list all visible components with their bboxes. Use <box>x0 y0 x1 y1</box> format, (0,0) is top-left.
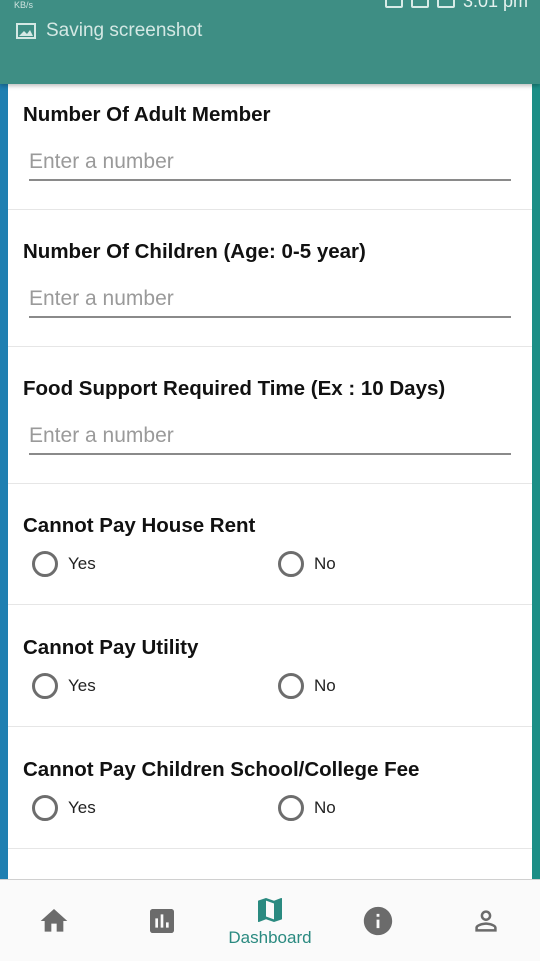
radio-circle[interactable] <box>278 795 304 821</box>
radio-circle[interactable] <box>32 673 58 699</box>
map-icon <box>258 897 282 922</box>
nav-dashboard-label: Dashboard <box>228 927 312 947</box>
radio-yes-label: Yes <box>68 554 96 573</box>
utility-no-radio[interactable]: No <box>278 673 336 699</box>
alarm-icon <box>384 0 403 8</box>
left-border-strip <box>0 84 8 879</box>
radio-circle[interactable] <box>32 795 58 821</box>
utility-label: Cannot Pay Utility <box>23 636 199 659</box>
status-time: 3:01 pm <box>462 0 528 11</box>
radio-yes-label: Yes <box>68 676 96 695</box>
status-icons: 3:01 pm <box>384 0 528 11</box>
relief-form: Number Of Adult Member Number Of Childre… <box>8 84 532 879</box>
bottom-navigation: Dashboard <box>0 879 540 961</box>
nav-stats[interactable] <box>108 880 216 961</box>
radio-no-label: No <box>314 676 336 695</box>
section-divider <box>8 604 532 605</box>
nav-home[interactable] <box>0 880 108 961</box>
nav-profile[interactable] <box>432 880 540 961</box>
status-bar: KB/s 3:01 pm <box>0 0 540 14</box>
food-support-label: Food Support Required Time (Ex : 10 Days… <box>23 377 446 400</box>
signal-icon <box>410 0 429 8</box>
home-icon <box>40 908 68 932</box>
food-support-input[interactable] <box>29 419 511 455</box>
children-label: Number Of Children (Age: 0-5 year) <box>23 240 366 263</box>
radio-circle[interactable] <box>278 673 304 699</box>
adult-members-label: Number Of Adult Member <box>23 103 271 126</box>
children-input[interactable] <box>29 282 511 318</box>
person-icon <box>475 909 497 932</box>
screenshot-notification: Saving screenshot <box>16 20 202 42</box>
nav-info[interactable] <box>324 880 432 961</box>
adult-members-input[interactable] <box>29 145 511 181</box>
radio-no-label: No <box>314 554 336 573</box>
battery-icon <box>436 0 455 8</box>
right-border-strip <box>532 84 540 879</box>
nav-dashboard[interactable]: Dashboard <box>216 880 324 961</box>
section-divider <box>8 346 532 347</box>
radio-circle[interactable] <box>278 551 304 577</box>
notification-text: Saving screenshot <box>46 20 203 41</box>
utility-yes-radio[interactable]: Yes <box>32 673 96 699</box>
section-divider <box>8 726 532 727</box>
app-bar: KB/s 3:01 pm Saving screenshot <box>0 0 540 84</box>
school-fee-yes-radio[interactable]: Yes <box>32 795 96 821</box>
school-fee-label: Cannot Pay Children School/College Fee <box>23 758 420 781</box>
section-divider <box>8 483 532 484</box>
house-rent-label: Cannot Pay House Rent <box>23 514 256 537</box>
network-speed: KB/s <box>14 0 34 10</box>
image-icon <box>16 23 36 39</box>
bar-chart-icon <box>150 908 174 933</box>
radio-yes-label: Yes <box>68 798 96 817</box>
house-rent-yes-radio[interactable]: Yes <box>32 551 96 577</box>
section-divider <box>8 848 532 849</box>
radio-no-label: No <box>314 798 336 817</box>
info-icon <box>363 906 393 935</box>
radio-circle[interactable] <box>32 551 58 577</box>
house-rent-no-radio[interactable]: No <box>278 551 336 577</box>
section-divider <box>8 209 532 210</box>
school-fee-no-radio[interactable]: No <box>278 795 336 821</box>
